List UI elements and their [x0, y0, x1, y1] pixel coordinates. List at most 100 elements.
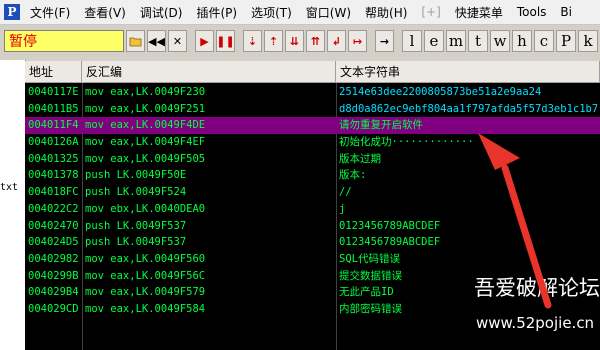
row-text-string: //: [339, 186, 352, 199]
row-text-string: 0123456789ABCDEF: [339, 236, 441, 249]
background-text: txt: [0, 182, 19, 193]
pause-icon[interactable]: ❚❚: [216, 30, 235, 52]
menu-view[interactable]: 查看(V): [78, 4, 134, 21]
toolbar: 暂停 ◀◀ ✕ ▶ ❚❚ ⇣ ⇡ ⇊ ⇈ ↲ ↦ → l e m t w h c…: [0, 25, 600, 57]
row-disassembly: mov eax,LK.0049F579: [85, 286, 206, 299]
table-row[interactable]: 004024D5 push LK.0049F537 0123456789ABCDEF: [25, 234, 600, 251]
row-address: 004022C2: [28, 202, 79, 215]
menu-debug[interactable]: 调试(D): [134, 4, 191, 21]
row-address: 004029CD: [28, 302, 79, 315]
row-disassembly: push LK.0049F537: [85, 219, 187, 232]
row-address: 004011B5: [28, 102, 79, 115]
row-disassembly: mov eax,LK.0049F505: [85, 152, 206, 165]
close-icon[interactable]: ✕: [168, 30, 187, 52]
row-address: 0040126A: [28, 136, 79, 149]
app-logo-icon: P: [4, 4, 20, 20]
goto-cursor-icon[interactable]: ↦: [348, 30, 367, 52]
menu-file[interactable]: 文件(F): [24, 4, 78, 21]
header-disassembly[interactable]: 反汇编: [82, 61, 336, 83]
table-row[interactable]: 00402982 mov eax,LK.0049F560 SQL代码错误: [25, 251, 600, 268]
trace-over-icon[interactable]: ⇈: [306, 30, 325, 52]
row-disassembly: push LK.0049F50E: [85, 169, 187, 182]
menu-window[interactable]: 窗口(W): [300, 4, 359, 21]
row-address: 00402982: [28, 252, 79, 265]
table-row[interactable]: 004029B4 mov eax,LK.0049F579 无此产品ID: [25, 284, 600, 301]
step-over-icon[interactable]: ⇡: [264, 30, 283, 52]
menu-bar: P 文件(F) 查看(V) 调试(D) 插件(P) 选项(T) 窗口(W) 帮助…: [0, 0, 600, 25]
menu-bi[interactable]: Bi: [554, 5, 580, 19]
row-address: 004011F4: [28, 119, 79, 132]
row-text-string: 版本:: [339, 169, 367, 182]
table-row[interactable]: 0040126A mov eax,LK.0049F4EF 初始化成功········…: [25, 134, 600, 151]
window-t-button[interactable]: t: [468, 30, 488, 52]
table-row[interactable]: 0040117E mov eax,LK.0049F230 2514e63dee220…: [25, 84, 600, 101]
row-text-string: j: [339, 202, 346, 215]
table-row-selected[interactable]: 004011F4 mov eax,LK.0049F4DE 请勿重复开启软件: [25, 117, 600, 135]
row-address: 00401378: [28, 169, 79, 182]
row-address: 00402470: [28, 219, 79, 232]
execute-till-return-icon[interactable]: ↲: [327, 30, 346, 52]
row-disassembly: mov eax,LK.0049F560: [85, 252, 206, 265]
background-window: txt: [0, 60, 26, 350]
window-m-button[interactable]: m: [446, 30, 466, 52]
column-headers: 地址 反汇编 文本字符串: [25, 61, 600, 83]
menu-tools[interactable]: Tools: [511, 5, 555, 19]
row-disassembly: mov eax,LK.0049F4EF: [85, 136, 206, 149]
row-text-string: 提交数据错误: [339, 269, 402, 282]
row-text-string: 0123456789ABCDEF: [339, 219, 441, 232]
table-row[interactable]: 0040299B mov eax,LK.0049F56C 提交数据错误: [25, 268, 600, 285]
table-row[interactable]: 00401378 push LK.0049F50E 版本:: [25, 167, 600, 184]
menu-help[interactable]: 帮助(H): [359, 4, 415, 21]
header-text-string[interactable]: 文本字符串: [336, 61, 600, 83]
window-w-button[interactable]: w: [490, 30, 510, 52]
menu-plus[interactable]: [+]: [415, 5, 448, 19]
window-e-button[interactable]: e: [424, 30, 444, 52]
window-l-button[interactable]: l: [402, 30, 422, 52]
row-disassembly: push LK.0049F524: [85, 186, 187, 199]
row-text-string: 版本过期: [339, 152, 381, 165]
window-h-button[interactable]: h: [512, 30, 532, 52]
row-text-string: d8d0a862ec9ebf804aa1f797afda5f57d3eb1c1b…: [339, 102, 597, 115]
window-k-button[interactable]: k: [578, 30, 598, 52]
string-table: 0040117E mov eax,LK.0049F230 2514e63dee220…: [25, 84, 600, 318]
row-disassembly: mov eax,LK.0049F230: [85, 86, 206, 98]
row-address: 004018FC: [28, 186, 79, 199]
window-p-button[interactable]: P: [556, 30, 576, 52]
table-row[interactable]: 004022C2 mov ebx,LK.0040DEA0 j: [25, 201, 600, 218]
row-disassembly: mov eax,LK.0049F4DE: [85, 119, 206, 132]
goto-icon[interactable]: →: [375, 30, 394, 52]
step-into-icon[interactable]: ⇣: [243, 30, 262, 52]
row-text-string: 内部密码错误: [339, 302, 402, 315]
rewind-icon[interactable]: ◀◀: [147, 30, 166, 52]
table-row[interactable]: 004011B5 mov eax,LK.0049F251 d8d0a862ec9eb…: [25, 101, 600, 118]
row-disassembly: mov eax,LK.0049F584: [85, 302, 206, 315]
string-reference-panel: 地址 反汇编 文本字符串 0040117E mov eax,LK.0049F230…: [25, 61, 600, 350]
row-address: 004024D5: [28, 236, 79, 249]
open-file-icon[interactable]: [126, 30, 145, 52]
row-address: 004029B4: [28, 286, 79, 299]
row-address: 0040299B: [28, 269, 79, 282]
row-text-string: 2514e63dee2200805873be51a2e9aa24: [339, 86, 542, 98]
row-text-string: 初始化成功·············: [339, 136, 474, 149]
row-disassembly: mov ebx,LK.0040DEA0: [85, 202, 206, 215]
menu-plugins[interactable]: 插件(P): [190, 4, 245, 21]
row-disassembly: mov eax,LK.0049F251: [85, 102, 206, 115]
table-row[interactable]: 00401325 mov eax,LK.0049F505 版本过期: [25, 151, 600, 168]
row-text-string: 无此产品ID: [339, 286, 394, 299]
trace-into-icon[interactable]: ⇊: [285, 30, 304, 52]
header-address[interactable]: 地址: [25, 61, 82, 83]
run-icon[interactable]: ▶: [195, 30, 214, 52]
table-row[interactable]: 004029CD mov eax,LK.0049F584 内部密码错误: [25, 301, 600, 318]
status-paused: 暂停: [4, 30, 124, 52]
row-address: 00401325: [28, 152, 79, 165]
row-text-string: 请勿重复开启软件: [339, 119, 423, 132]
row-address: 0040117E: [28, 86, 79, 98]
menu-shortcut[interactable]: 快捷菜单: [449, 4, 511, 21]
menu-options[interactable]: 选项(T): [245, 4, 300, 21]
row-text-string: SQL代码错误: [339, 252, 400, 265]
window-c-button[interactable]: c: [534, 30, 554, 52]
table-row[interactable]: 004018FC push LK.0049F524 //: [25, 184, 600, 201]
row-disassembly: push LK.0049F537: [85, 236, 187, 249]
table-row[interactable]: 00402470 push LK.0049F537 0123456789ABCDEF: [25, 218, 600, 235]
row-disassembly: mov eax,LK.0049F56C: [85, 269, 206, 282]
